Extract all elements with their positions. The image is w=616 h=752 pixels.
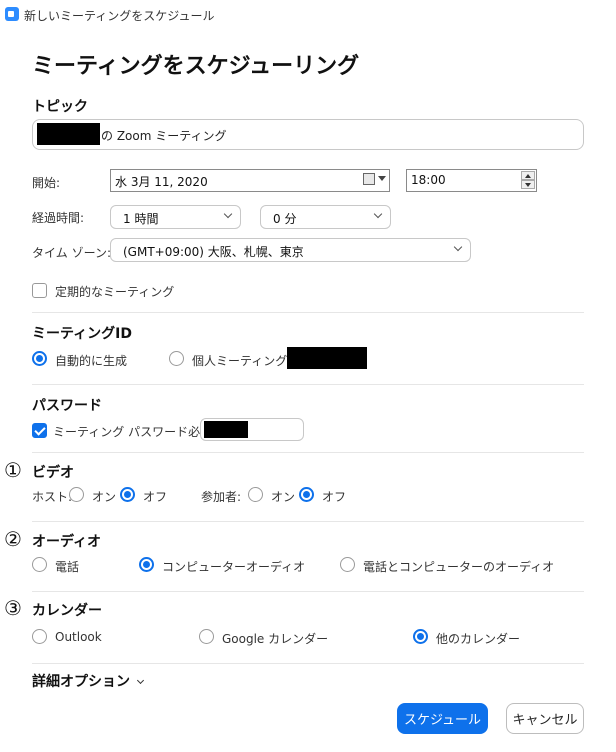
advanced-options-label[interactable]: 詳細オプション [32,674,130,690]
audio-title: オーディオ [32,534,102,550]
topic-label: トピック [32,99,88,115]
duration-label: 経過時間: [32,211,85,225]
calendar-number-marker: ③ [4,596,22,620]
divider [32,663,584,664]
password-required-checkbox[interactable] [32,423,47,438]
password-required-label[interactable]: ミーティング パスワード必須 [53,423,212,440]
divider [32,591,584,592]
video-participant-on-radio[interactable] [248,487,263,502]
video-number-marker: ① [4,458,22,482]
meeting-id-personal-label[interactable]: 個人ミーティングID [192,352,300,369]
spinner-up-icon[interactable] [521,171,535,180]
audio-number-marker: ② [4,527,22,551]
meeting-id-auto-radio[interactable] [32,351,47,366]
divider [32,452,584,453]
timezone-value: (GMT+09:00) 大阪、札幌、東京 [123,245,304,259]
chevron-down-icon [373,209,383,219]
meeting-id-auto-label[interactable]: 自動的に生成 [55,352,127,369]
audio-telephone-radio[interactable] [32,557,47,572]
duration-hours-select[interactable]: 1 時間 [110,205,241,229]
video-host-off-label[interactable]: オフ [143,488,167,505]
page-title: ミーティングをスケジューリング [32,54,360,79]
schedule-button[interactable]: スケジュール [397,703,488,734]
duration-minutes-value: 0 分 [273,212,297,226]
advanced-options-toggle[interactable]: 詳細オプション [32,671,145,691]
calendar-outlook-label[interactable]: Outlook [55,630,102,644]
chevron-down-icon [453,242,463,252]
cancel-button[interactable]: キャンセル [506,703,584,734]
video-host-off-radio[interactable] [120,487,135,502]
redacted-topic-name [37,123,100,145]
video-host-on-radio[interactable] [69,487,84,502]
video-participant-on-label[interactable]: オン [271,488,295,505]
chevron-down-icon[interactable] [136,676,145,685]
video-participant-off-radio[interactable] [299,487,314,502]
calendar-google-label[interactable]: Google カレンダー [222,630,328,647]
video-host-label: ホスト: [32,490,73,504]
password-title: パスワード [32,398,102,414]
dropdown-arrow-icon[interactable] [378,176,386,181]
video-title: ビデオ [32,465,74,481]
meeting-id-title: ミーティングID [32,326,132,342]
topic-input-value: の Zoom ミーティング [101,129,227,143]
calendar-other-radio[interactable] [413,629,428,644]
video-participant-label: 参加者: [201,490,242,504]
meeting-id-personal-radio[interactable] [169,351,184,366]
timezone-label: タイム ゾーン: [32,246,112,260]
audio-computer-radio[interactable] [139,557,154,572]
calendar-title: カレンダー [32,603,102,619]
start-time-value: 18:00 [411,173,446,187]
recurring-checkbox[interactable] [32,283,47,298]
audio-telephone-label[interactable]: 電話 [55,558,79,575]
duration-hours-value: 1 時間 [123,212,159,226]
start-date-value: 水 3月 11, 2020 [115,175,208,189]
zoom-app-icon [5,7,19,21]
title-bar: 新しいミーティングをスケジュール [0,0,616,28]
calendar-icon[interactable] [363,173,375,185]
calendar-google-radio[interactable] [199,629,214,644]
spinner-down-icon[interactable] [521,180,535,189]
chevron-down-icon [223,209,233,219]
recurring-label[interactable]: 定期的なミーティング [55,283,174,300]
start-time-field[interactable]: 18:00 [406,169,537,192]
divider [32,521,584,522]
calendar-outlook-radio[interactable] [32,629,47,644]
divider [32,384,584,385]
start-date-picker[interactable]: 水 3月 11, 2020 [110,169,390,192]
timezone-select[interactable]: (GMT+09:00) 大阪、札幌、東京 [110,238,471,262]
topic-input[interactable]: の Zoom ミーティング [32,119,584,150]
duration-minutes-select[interactable]: 0 分 [260,205,391,229]
audio-both-radio[interactable] [340,557,355,572]
audio-both-label[interactable]: 電話とコンピューターのオーディオ [363,558,554,575]
password-input[interactable] [200,418,304,441]
window-title: 新しいミーティングをスケジュール [24,9,215,23]
divider [32,312,584,313]
redacted-personal-id [287,347,367,369]
time-spinner[interactable] [521,171,535,189]
start-label: 開始: [32,176,61,190]
calendar-other-label[interactable]: 他のカレンダー [436,630,520,647]
video-host-on-label[interactable]: オン [92,488,116,505]
redacted-password [204,421,248,438]
video-participant-off-label[interactable]: オフ [322,488,346,505]
audio-computer-label[interactable]: コンピューターオーディオ [162,558,305,575]
